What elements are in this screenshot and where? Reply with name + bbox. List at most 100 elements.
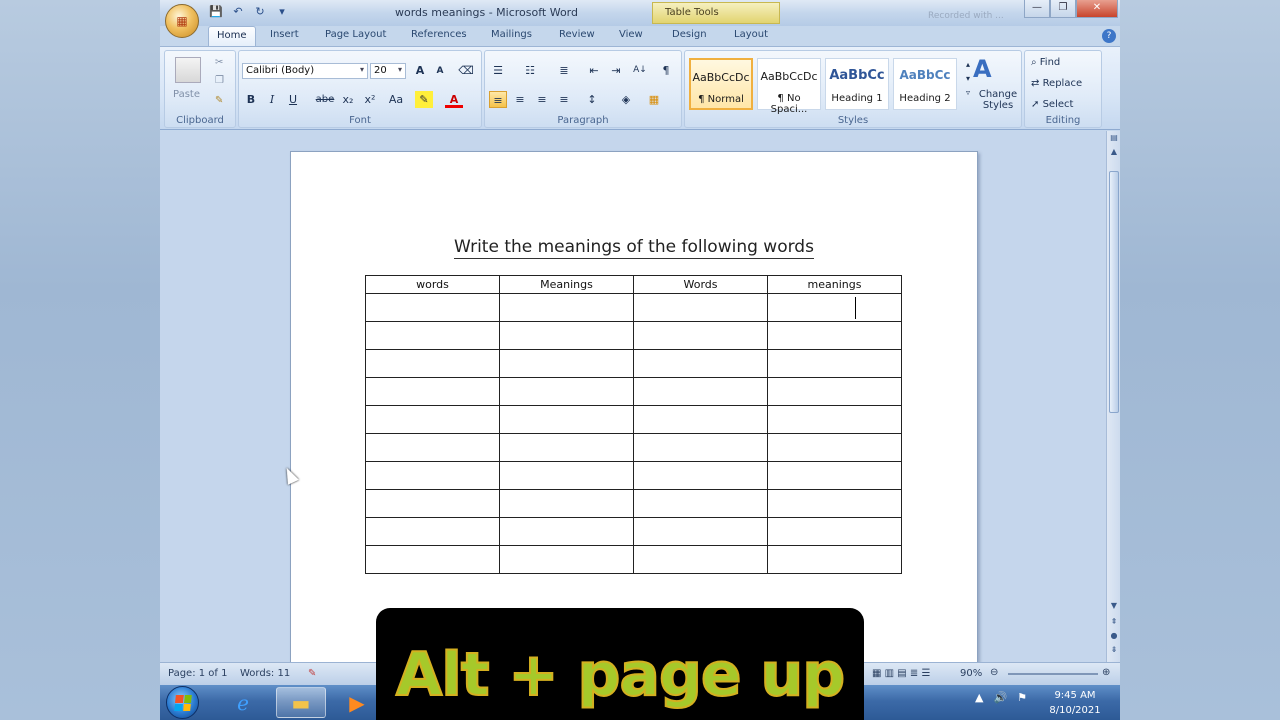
superscript-button[interactable]: x² — [361, 91, 379, 108]
line-spacing-icon[interactable]: ↕ — [583, 91, 601, 108]
table-cell[interactable] — [633, 377, 768, 406]
customize-qat-icon[interactable]: ▾ — [274, 5, 290, 19]
borders-icon[interactable]: ▦ — [645, 91, 663, 108]
numbering-icon[interactable]: ☷ — [521, 62, 539, 79]
table-cell[interactable] — [767, 405, 902, 434]
outline-icon[interactable]: ≣ — [910, 668, 918, 679]
internet-explorer-icon[interactable]: ℯ — [218, 687, 268, 718]
page-indicator[interactable]: Page: 1 of 1 — [168, 668, 227, 679]
tab-page-layout[interactable]: Page Layout — [325, 29, 386, 40]
justify-icon[interactable]: ≡ — [555, 91, 573, 108]
table-cell[interactable] — [633, 433, 768, 462]
table-cell[interactable] — [767, 545, 902, 574]
table-cell[interactable] — [365, 405, 500, 434]
replace-button[interactable]: ⇄ Replace — [1031, 78, 1082, 89]
table-cell[interactable] — [633, 321, 768, 350]
table-cell[interactable] — [767, 489, 902, 518]
table-cell[interactable] — [499, 293, 634, 322]
tab-references[interactable]: References — [411, 29, 467, 40]
vertical-scrollbar[interactable]: ▤ ▲ ▼ ⇞ ● ⇟ — [1106, 131, 1120, 662]
redo-icon[interactable]: ↻ — [252, 5, 268, 19]
office-button[interactable]: ▦ — [165, 4, 199, 38]
table-header-cell[interactable]: Words — [633, 275, 768, 294]
table-header-cell[interactable]: meanings — [767, 275, 902, 294]
clear-formatting-icon[interactable]: ⌫ — [457, 62, 475, 79]
shading-icon[interactable]: ◈ — [617, 91, 635, 108]
table-cell[interactable] — [499, 349, 634, 378]
table-cell[interactable] — [767, 349, 902, 378]
font-size-combo[interactable]: 20 ▾ — [370, 63, 406, 79]
shrink-font-button[interactable]: A — [431, 63, 449, 80]
table-cell[interactable] — [499, 489, 634, 518]
table-cell[interactable] — [633, 489, 768, 518]
table-cell[interactable] — [365, 321, 500, 350]
zoom-in-icon[interactable]: ⊕ — [1102, 667, 1110, 678]
maximize-button[interactable]: ❐ — [1050, 0, 1076, 18]
tab-review[interactable]: Review — [559, 29, 595, 40]
table-cell[interactable] — [365, 349, 500, 378]
style-heading-2[interactable]: AaBbCc Heading 2 — [893, 58, 957, 110]
print-layout-icon[interactable]: ▦ — [872, 668, 881, 679]
scroll-down-icon[interactable]: ▼ — [1108, 601, 1120, 613]
network-icon[interactable]: ⚑ — [1017, 691, 1027, 704]
table-cell[interactable] — [767, 461, 902, 490]
style-heading-1[interactable]: AaBbCc Heading 1 — [825, 58, 889, 110]
table-cell[interactable] — [499, 377, 634, 406]
align-left-icon[interactable]: ≡ — [489, 91, 507, 108]
table-header-cell[interactable]: Meanings — [499, 275, 634, 294]
table-header-cell[interactable]: words — [365, 275, 500, 294]
strikethrough-button[interactable]: abe — [313, 91, 337, 108]
words-table[interactable]: words Meanings Words meanings — [365, 275, 902, 574]
table-cell[interactable] — [633, 405, 768, 434]
minimize-button[interactable]: — — [1024, 0, 1050, 18]
table-cell[interactable] — [499, 461, 634, 490]
cut-icon[interactable]: ✂ — [215, 57, 223, 68]
table-cell[interactable] — [365, 377, 500, 406]
table-cell[interactable] — [365, 545, 500, 574]
table-cell[interactable] — [633, 461, 768, 490]
table-cell[interactable] — [767, 293, 902, 322]
zoom-out-icon[interactable]: ⊖ — [990, 667, 998, 678]
view-ruler-icon[interactable]: ▤ — [1108, 133, 1120, 145]
align-center-icon[interactable]: ≡ — [511, 91, 529, 108]
table-cell[interactable] — [365, 461, 500, 490]
table-cell[interactable] — [499, 545, 634, 574]
tab-layout[interactable]: Layout — [734, 29, 768, 40]
word-count[interactable]: Words: 11 — [240, 668, 290, 679]
proofing-icon[interactable]: ✎ — [308, 668, 316, 679]
full-screen-reading-icon[interactable]: ▥ — [885, 668, 894, 679]
font-color-icon[interactable]: A — [445, 91, 463, 108]
close-button[interactable]: ✕ — [1076, 0, 1118, 18]
table-cell[interactable] — [767, 377, 902, 406]
table-cell[interactable] — [633, 349, 768, 378]
show-marks-button[interactable]: ¶ — [657, 62, 675, 79]
style-normal[interactable]: AaBbCcDc ¶ Normal — [689, 58, 753, 110]
paste-button[interactable]: Paste — [173, 89, 200, 100]
zoom-level[interactable]: 90% — [960, 668, 982, 679]
subscript-button[interactable]: x₂ — [339, 91, 357, 108]
table-cell[interactable] — [767, 321, 902, 350]
table-cell[interactable] — [767, 433, 902, 462]
volume-icon[interactable]: 🔊 — [993, 691, 1007, 704]
select-button[interactable]: ➚ Select — [1031, 99, 1073, 110]
table-cell[interactable] — [499, 517, 634, 546]
find-button[interactable]: ⌕ Find — [1031, 57, 1060, 68]
tab-view[interactable]: View — [619, 29, 643, 40]
decrease-indent-icon[interactable]: ⇤ — [585, 62, 603, 79]
scroll-up-icon[interactable]: ▲ — [1108, 147, 1120, 159]
zoom-slider[interactable] — [1008, 673, 1098, 675]
select-browse-object-icon[interactable]: ● — [1108, 631, 1120, 643]
table-cell[interactable] — [499, 321, 634, 350]
increase-indent-icon[interactable]: ⇥ — [607, 62, 625, 79]
tab-home[interactable]: Home — [208, 26, 256, 47]
save-icon[interactable]: 💾 — [208, 5, 224, 19]
copy-icon[interactable]: ❐ — [215, 75, 224, 86]
scrollbar-thumb[interactable] — [1109, 171, 1119, 413]
previous-page-icon[interactable]: ⇞ — [1108, 617, 1120, 629]
bold-button[interactable]: B — [242, 91, 260, 108]
table-cell[interactable] — [767, 517, 902, 546]
change-case-button[interactable]: Aa — [385, 91, 407, 108]
multilevel-list-icon[interactable]: ≣ — [555, 62, 573, 79]
grow-font-button[interactable]: A — [411, 62, 429, 79]
paste-icon[interactable] — [175, 57, 201, 83]
